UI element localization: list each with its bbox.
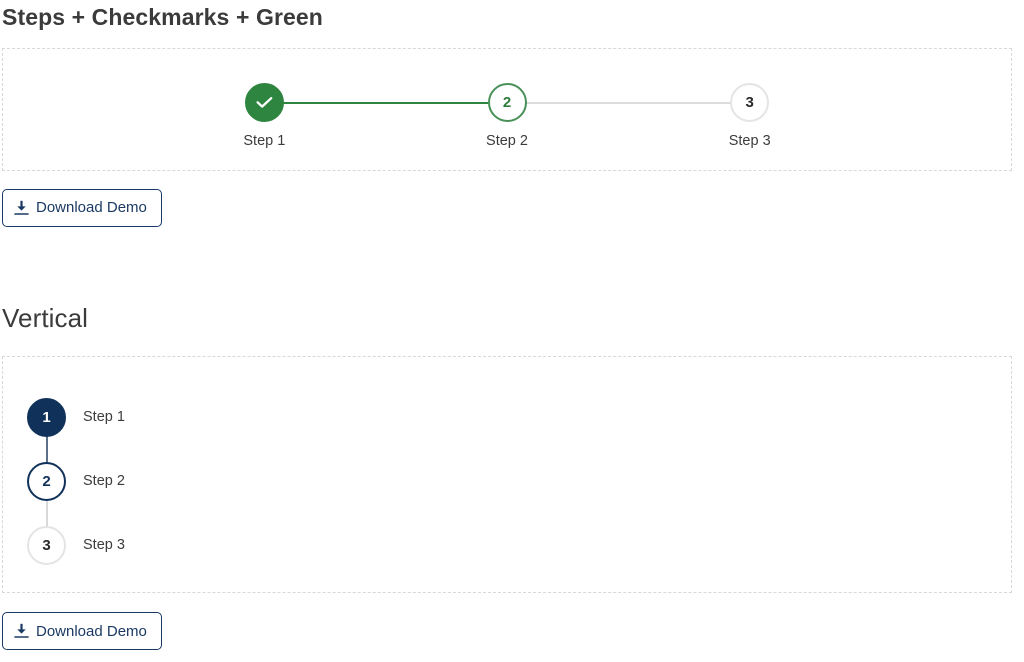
checkmark-icon: [256, 97, 273, 108]
download-demo-button-vertical[interactable]: Download Demo: [2, 612, 162, 650]
download-demo-button-horizontal[interactable]: Download Demo: [2, 189, 162, 227]
download-icon: [14, 623, 29, 639]
vstep-label-3: Step 3: [83, 537, 125, 553]
section-horizontal: Steps + Checkmarks + Green Step 1 2 Step…: [0, 4, 1024, 227]
download-demo-label: Download Demo: [36, 624, 147, 639]
step-label-1: Step 1: [243, 133, 285, 149]
vstep-item-2[interactable]: 2 Step 2: [27, 449, 1011, 513]
page-title: Steps + Checkmarks + Green: [2, 4, 1024, 32]
section-vertical: Vertical 1 Step 1 2 Step 2 3 Step 3: [0, 303, 1024, 650]
vstep-item-3[interactable]: 3 Step 3: [27, 513, 1011, 577]
download-icon: [14, 200, 29, 216]
stepper-demo-container-horizontal: Step 1 2 Step 2 3 Step 3: [2, 48, 1012, 171]
step-item-3[interactable]: 3 Step 3: [628, 83, 871, 149]
section-title-vertical: Vertical: [2, 303, 1024, 334]
download-demo-label: Download Demo: [36, 200, 147, 215]
step-item-1[interactable]: Step 1: [143, 83, 386, 149]
stepper-vertical: 1 Step 1 2 Step 2 3 Step 3: [27, 385, 1011, 577]
step-marker-1[interactable]: [245, 83, 284, 122]
vstep-item-1[interactable]: 1 Step 1: [27, 385, 1011, 449]
vstep-label-1: Step 1: [83, 409, 125, 425]
step-item-2[interactable]: 2 Step 2: [386, 83, 629, 149]
page-root: Steps + Checkmarks + Green Step 1 2 Step…: [0, 0, 1024, 662]
step-marker-3[interactable]: 3: [730, 83, 769, 122]
stepper-horizontal: Step 1 2 Step 2 3 Step 3: [143, 83, 871, 149]
step-label-3: Step 3: [729, 133, 771, 149]
step-label-2: Step 2: [486, 133, 528, 149]
vstep-label-2: Step 2: [83, 473, 125, 489]
vstep-marker-1[interactable]: 1: [27, 398, 66, 437]
vstep-marker-3[interactable]: 3: [27, 526, 66, 565]
stepper-demo-container-vertical: 1 Step 1 2 Step 2 3 Step 3: [2, 356, 1012, 593]
step-marker-2[interactable]: 2: [488, 83, 527, 122]
vstep-marker-2[interactable]: 2: [27, 462, 66, 501]
